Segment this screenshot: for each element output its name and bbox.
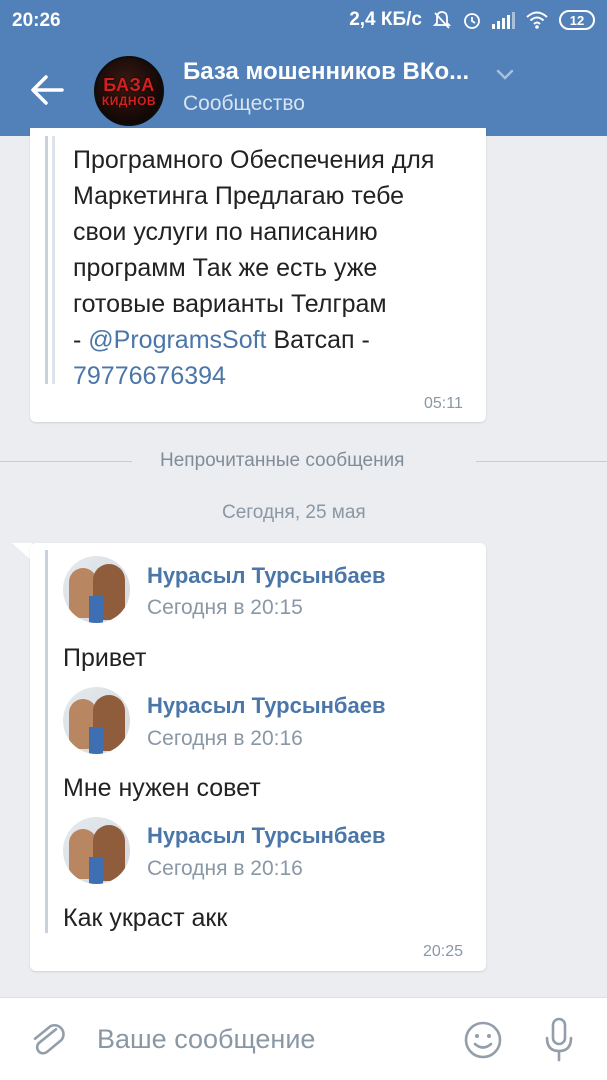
separator-line-right <box>476 461 607 462</box>
separator-line-left <box>0 461 132 462</box>
message-time: 05:11 <box>424 395 463 412</box>
signal-icon <box>492 11 515 29</box>
message-input[interactable] <box>97 1024 437 1055</box>
attach-icon[interactable] <box>30 1018 66 1062</box>
alarm-icon <box>464 13 480 29</box>
mic-icon[interactable] <box>543 1016 575 1064</box>
avatar[interactable] <box>63 687 130 754</box>
forward-bar <box>45 550 48 933</box>
status-bar: 20:26 2,4 КБ/с 12 <box>0 0 607 44</box>
message-composer <box>0 997 607 1080</box>
back-arrow-icon[interactable] <box>28 72 68 108</box>
message-text: Мне нужен совет <box>63 774 261 802</box>
author-time: Сегодня в 20:16 <box>147 727 303 750</box>
emoji-icon[interactable] <box>463 1020 503 1060</box>
chevron-down-icon[interactable] <box>496 68 514 82</box>
phone-link[interactable]: 79776676394 <box>73 362 226 390</box>
avatar[interactable] <box>63 556 130 623</box>
author-name[interactable]: Нурасыл Турсынбаев <box>147 563 386 589</box>
chat-subtitle: Сообщество <box>183 92 305 115</box>
author-time: Сегодня в 20:15 <box>147 596 303 619</box>
status-time: 20:26 <box>12 10 61 31</box>
forward-bar <box>45 136 48 384</box>
group-avatar[interactable]: БАЗА КИДНОВ <box>94 56 164 126</box>
message-time: 20:25 <box>423 943 464 960</box>
battery-icon: 12 <box>559 10 595 30</box>
forwarded-message-text: Програмного Обеспечения для Маркетинга П… <box>73 146 435 390</box>
message-text: Привет <box>63 644 147 672</box>
chat-title[interactable]: База мошенников ВКо... <box>183 58 483 86</box>
forward-bar-inner <box>52 136 55 384</box>
mention-link[interactable]: @ProgramsSoft <box>88 326 266 354</box>
network-speed: 2,4 КБ/с <box>349 9 422 30</box>
author-time: Сегодня в 20:16 <box>147 857 303 880</box>
message-text: Как украст акк <box>63 904 228 932</box>
mute-icon <box>432 11 452 29</box>
author-name[interactable]: Нурасыл Турсынбаев <box>147 823 386 849</box>
date-separator: Сегодня, 25 мая <box>222 502 366 523</box>
wifi-icon <box>526 11 548 29</box>
author-name[interactable]: Нурасыл Турсынбаев <box>147 693 386 719</box>
avatar[interactable] <box>63 817 130 884</box>
unread-separator: Непрочитанные сообщения <box>160 450 405 471</box>
bubble-tail <box>12 543 32 561</box>
top-bar: 20:26 2,4 КБ/с 12 БАЗА КИДНОВ База мошен… <box>0 0 607 136</box>
